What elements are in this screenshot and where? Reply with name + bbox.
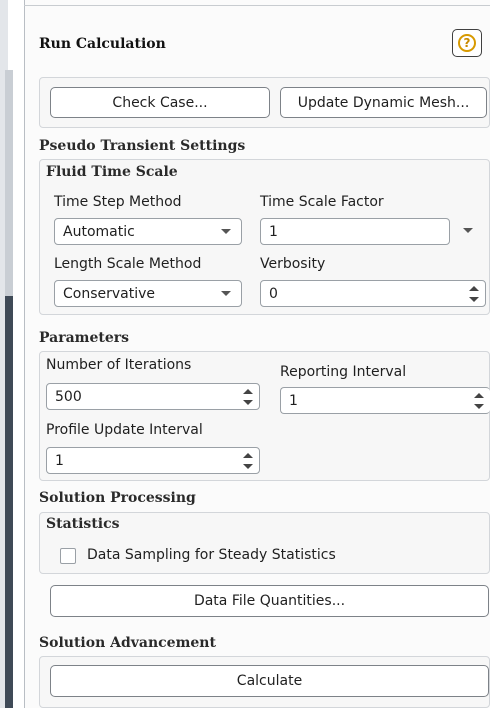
reporting-interval-label: Reporting Interval (280, 364, 407, 380)
verbosity-value: 0 (269, 285, 278, 302)
time-scale-factor-value: 1 (269, 223, 278, 240)
reporting-interval-value: 1 (289, 392, 298, 409)
time-step-method-dropdown[interactable]: Automatic (54, 218, 242, 245)
profile-update-interval-value: 1 (55, 452, 64, 469)
number-of-iterations-value: 500 (55, 388, 82, 405)
update-dynamic-mesh-button[interactable]: Update Dynamic Mesh... (280, 87, 487, 118)
pseudo-transient-heading: Pseudo Transient Settings (39, 138, 246, 154)
fluid-time-scale-heading: Fluid Time Scale (46, 164, 178, 180)
left-scrollbar-track[interactable] (5, 70, 13, 296)
left-scrollbar-thumb[interactable] (5, 296, 13, 708)
verbosity-label: Verbosity (260, 256, 326, 272)
length-scale-method-dropdown[interactable]: Conservative (54, 280, 242, 307)
time-step-method-label: Time Step Method (54, 194, 182, 210)
reporting-interval-spinner[interactable]: 1 (280, 387, 490, 414)
profile-update-interval-label: Profile Update Interval (46, 422, 203, 438)
panel-title: Run Calculation (39, 36, 166, 52)
calculate-button[interactable]: Calculate (50, 665, 489, 697)
statistics-heading: Statistics (46, 516, 120, 532)
help-icon: ? (458, 34, 476, 52)
profile-update-interval-spinner[interactable]: 1 (46, 447, 260, 474)
time-scale-factor-options-icon[interactable] (463, 228, 473, 233)
help-icon-glyph: ? (463, 36, 471, 50)
solution-advancement-heading: Solution Advancement (39, 635, 216, 651)
help-button[interactable]: ? (452, 29, 482, 57)
solution-processing-heading: Solution Processing (39, 490, 196, 506)
time-scale-factor-input[interactable]: 1 (260, 218, 450, 245)
length-scale-method-value: Conservative (63, 285, 156, 302)
chevron-down-icon (221, 229, 231, 234)
data-file-quantities-button[interactable]: Data File Quantities... (50, 585, 489, 617)
verbosity-spinner[interactable]: 0 (260, 280, 486, 307)
time-step-method-value: Automatic (63, 223, 135, 240)
number-of-iterations-spinner[interactable]: 500 (46, 383, 260, 410)
number-of-iterations-label: Number of Iterations (46, 357, 192, 373)
spinner-arrows-icon[interactable] (243, 388, 253, 405)
spinner-arrows-icon[interactable] (474, 392, 484, 409)
panel-top-divider (24, 5, 490, 6)
spinner-arrows-icon[interactable] (243, 452, 253, 469)
data-sampling-checkbox[interactable] (60, 548, 76, 564)
time-scale-factor-label: Time Scale Factor (260, 194, 384, 210)
data-sampling-label[interactable]: Data Sampling for Steady Statistics (87, 547, 336, 563)
check-case-button[interactable]: Check Case... (50, 87, 270, 118)
parameters-heading: Parameters (39, 330, 130, 346)
spinner-arrows-icon[interactable] (469, 285, 479, 302)
chevron-down-icon (221, 291, 231, 296)
length-scale-method-label: Length Scale Method (54, 256, 202, 272)
